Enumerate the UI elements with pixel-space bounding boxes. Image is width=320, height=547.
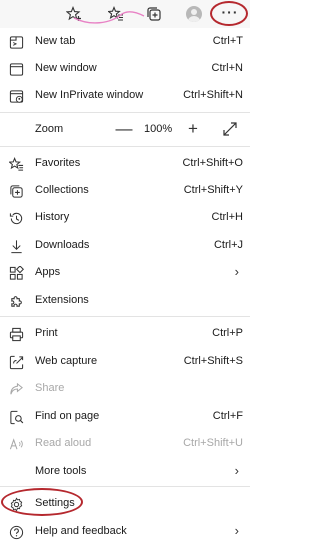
more-menu-button[interactable]: ··· xyxy=(213,1,247,27)
menu-item-favorites[interactable]: Favorites Ctrl+Shift+O xyxy=(0,150,250,177)
zoom-label: Zoom xyxy=(35,123,64,135)
menu-item-label: Print xyxy=(35,327,58,339)
menu-item-label: Collections xyxy=(35,184,89,196)
menu-item-new-inprivate[interactable]: New InPrivate window Ctrl+Shift+N xyxy=(0,82,250,109)
zoom-in-button[interactable]: + xyxy=(183,119,203,139)
new-tab-icon xyxy=(8,34,24,50)
menu-item-shortcut: Ctrl+T xyxy=(212,35,243,47)
zoom-level: 100% xyxy=(144,123,173,135)
menu-item-label: Share xyxy=(35,382,65,394)
menu-item-label: Apps xyxy=(35,266,61,278)
menu-item-label: History xyxy=(35,211,70,223)
extensions-icon xyxy=(8,293,24,309)
menu-item-shortcut: Ctrl+Shift+N xyxy=(183,89,243,101)
chevron-right-icon: › xyxy=(234,523,239,538)
apps-icon xyxy=(8,265,24,281)
menu-item-shortcut: Ctrl+Shift+O xyxy=(182,157,243,169)
share-icon xyxy=(8,381,24,397)
read-aloud-icon xyxy=(8,436,24,452)
menu-item-print[interactable]: Print Ctrl+P xyxy=(0,320,250,347)
menu-item-extensions[interactable]: Extensions xyxy=(0,287,250,314)
menu-divider xyxy=(0,112,250,113)
menu-item-label: New InPrivate window xyxy=(35,89,144,101)
menu-item-history[interactable]: History Ctrl+H xyxy=(0,204,250,231)
menu-divider xyxy=(0,316,250,317)
menu-item-settings[interactable]: Settings xyxy=(0,490,250,517)
menu-item-label: Help and feedback xyxy=(35,525,127,537)
zoom-row: Zoom — 100% + xyxy=(0,115,250,143)
find-icon xyxy=(8,409,24,425)
download-icon xyxy=(8,238,24,254)
browser-menu: New tab Ctrl+T New window Ctrl+N New InP… xyxy=(0,28,250,547)
favorite-add-icon[interactable] xyxy=(62,2,86,26)
menu-item-shortcut: Ctrl+Shift+Y xyxy=(183,184,243,196)
menu-item-more-tools[interactable]: More tools › xyxy=(0,458,250,485)
avatar xyxy=(186,6,202,22)
profile-avatar-icon[interactable] xyxy=(182,2,206,26)
menu-item-label: Downloads xyxy=(35,239,90,251)
collections-icon[interactable] xyxy=(142,2,166,26)
menu-item-read-aloud: Read aloud Ctrl+Shift+U xyxy=(0,430,250,457)
menu-item-apps[interactable]: Apps › xyxy=(0,259,250,286)
menu-item-label: Read aloud xyxy=(35,437,92,449)
menu-item-share: Share xyxy=(0,375,250,402)
menu-divider xyxy=(0,146,250,147)
menu-item-shortcut: Ctrl+N xyxy=(211,62,243,74)
menu-item-label: Web capture xyxy=(35,355,98,367)
menu-item-find-on-page[interactable]: Find on page Ctrl+F xyxy=(0,403,250,430)
menu-item-label: Extensions xyxy=(35,294,89,306)
more-menu-icon: ··· xyxy=(221,4,239,20)
menu-item-shortcut: Ctrl+P xyxy=(212,327,243,339)
print-icon xyxy=(8,326,24,342)
menu-item-shortcut: Ctrl+H xyxy=(211,211,243,223)
menu-divider xyxy=(0,486,250,487)
zoom-out-button[interactable]: — xyxy=(114,119,134,139)
menu-item-label: Favorites xyxy=(35,157,81,169)
help-icon xyxy=(8,524,24,540)
menu-item-shortcut: Ctrl+Shift+S xyxy=(183,355,243,367)
menu-item-collections[interactable]: Collections Ctrl+Shift+Y xyxy=(0,177,250,204)
history-icon xyxy=(8,210,24,226)
favorites-icon xyxy=(8,156,24,172)
inprivate-icon xyxy=(8,88,24,104)
menu-item-new-window[interactable]: New window Ctrl+N xyxy=(0,55,250,82)
menu-item-label: New tab xyxy=(35,35,76,47)
collections-icon xyxy=(8,183,24,199)
menu-item-shortcut: Ctrl+F xyxy=(212,410,243,422)
menu-item-label: Settings xyxy=(35,497,75,509)
chevron-right-icon: › xyxy=(234,264,239,279)
chevron-right-icon: › xyxy=(234,463,239,478)
gear-icon xyxy=(8,496,24,512)
menu-item-label: More tools xyxy=(35,465,87,477)
browser-toolbar: ··· xyxy=(0,0,250,28)
menu-item-label: Find on page xyxy=(35,410,100,422)
menu-item-shortcut: Ctrl+Shift+U xyxy=(183,437,243,449)
menu-item-shortcut: Ctrl+J xyxy=(213,239,243,251)
menu-item-help-feedback[interactable]: Help and feedback › xyxy=(0,518,250,545)
favorites-list-icon[interactable] xyxy=(104,2,128,26)
menu-item-web-capture[interactable]: Web capture Ctrl+Shift+S xyxy=(0,348,250,375)
fullscreen-icon[interactable] xyxy=(222,121,238,137)
menu-item-label: New window xyxy=(35,62,97,74)
menu-item-downloads[interactable]: Downloads Ctrl+J xyxy=(0,232,250,259)
menu-item-new-tab[interactable]: New tab Ctrl+T xyxy=(0,28,250,55)
new-window-icon xyxy=(8,61,24,77)
web-capture-icon xyxy=(8,354,24,370)
